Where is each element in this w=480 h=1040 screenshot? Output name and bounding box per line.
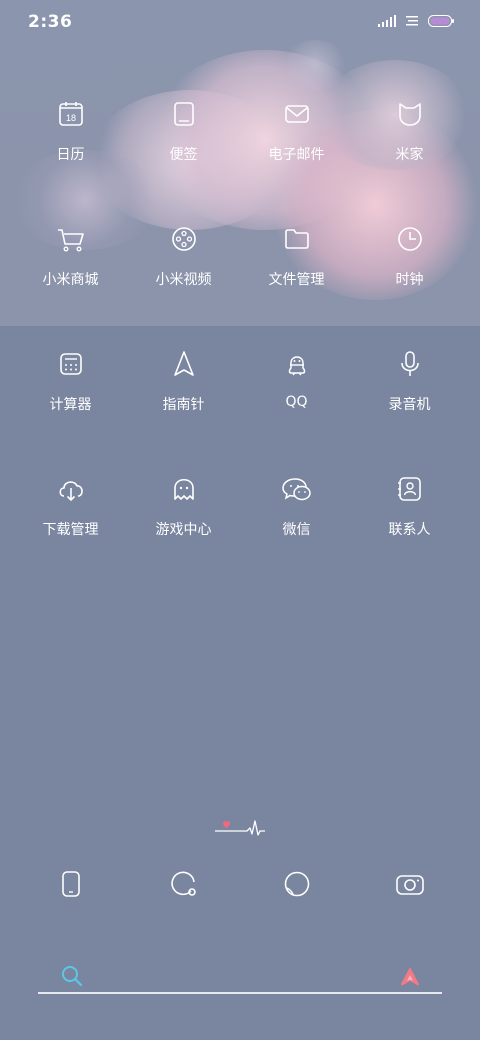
signal-icon: [378, 12, 396, 31]
app-notes[interactable]: 便签: [127, 88, 240, 213]
clock-icon: [397, 227, 422, 251]
contacts-book-icon: [397, 477, 421, 501]
wifi-icon: [406, 12, 418, 31]
app-label: 微信: [282, 522, 311, 538]
status-time: 2:36: [28, 12, 73, 32]
app-file-manager[interactable]: 文件管理: [240, 213, 353, 338]
app-label: 游戏中心: [155, 522, 212, 538]
film-reel-icon: [171, 227, 196, 251]
cart-icon: [57, 229, 84, 252]
calculator-icon: [59, 353, 82, 375]
app-clock[interactable]: 时钟: [353, 213, 466, 338]
dock-messages[interactable]: [127, 866, 240, 902]
app-contacts[interactable]: 联系人: [353, 463, 466, 588]
camera-icon: [395, 875, 424, 895]
app-label: 电子邮件: [268, 147, 325, 163]
app-mi-video[interactable]: 小米视频: [127, 213, 240, 338]
app-label: 联系人: [388, 522, 431, 538]
mijia-icon: [398, 103, 421, 126]
message-bubble-icon: [170, 871, 196, 896]
ghost-icon: [173, 478, 194, 500]
app-calendar[interactable]: 18 日历: [14, 88, 127, 213]
dock-browser[interactable]: [240, 866, 353, 902]
app-label: 日历: [56, 147, 85, 163]
wechat-icon: [281, 478, 311, 501]
search-icon[interactable]: [60, 964, 84, 988]
app-grid: 18 日历 便签 电子邮件 米家 小米商城 小米视频 文件管理 时钟 计算器 指…: [0, 88, 480, 588]
dock-camera[interactable]: [353, 866, 466, 902]
app-qq[interactable]: QQ: [240, 338, 353, 463]
app-label: 小米视频: [155, 272, 212, 288]
app-label: 录音机: [388, 397, 431, 413]
cloud-download-icon: [58, 481, 83, 502]
app-calculator[interactable]: 计算器: [14, 338, 127, 463]
app-wechat[interactable]: 微信: [240, 463, 353, 588]
folder-icon: [284, 229, 309, 249]
app-label: 下载管理: [42, 522, 99, 538]
app-email[interactable]: 电子邮件: [240, 88, 353, 213]
phone-icon: [61, 871, 80, 897]
app-label: 时钟: [395, 272, 424, 288]
app-label: QQ: [285, 394, 308, 410]
app-label: 指南针: [162, 397, 205, 413]
app-game-center[interactable]: 游戏中心: [127, 463, 240, 588]
mail-icon: [284, 105, 309, 123]
search-underline: [38, 992, 442, 994]
notes-icon: [173, 102, 194, 126]
heartbeat-icon: [215, 820, 265, 836]
app-label: 便签: [169, 147, 198, 163]
app-download-manager[interactable]: 下载管理: [14, 463, 127, 588]
app-compass[interactable]: 指南针: [127, 338, 240, 463]
search-bar[interactable]: [38, 960, 442, 1000]
calendar-icon: 18: [58, 102, 83, 126]
app-label: 小米商城: [42, 272, 99, 288]
app-label: 米家: [395, 147, 424, 163]
app-mijia[interactable]: 米家: [353, 88, 466, 213]
calendar-date: 18: [65, 113, 75, 123]
qq-penguin-icon: [288, 356, 305, 376]
dock: [14, 866, 466, 902]
browser-circle-icon: [284, 871, 309, 897]
dock-phone[interactable]: [14, 866, 127, 902]
app-label: 文件管理: [268, 272, 325, 288]
microphone-icon: [400, 351, 419, 376]
compass-arrow-icon: [173, 351, 194, 376]
battery-icon: [428, 12, 454, 31]
app-label: 计算器: [49, 397, 92, 413]
app-recorder[interactable]: 录音机: [353, 338, 466, 463]
app-mi-store[interactable]: 小米商城: [14, 213, 127, 338]
assistant-icon[interactable]: [398, 964, 422, 988]
status-bar: 2:36: [0, 0, 480, 42]
